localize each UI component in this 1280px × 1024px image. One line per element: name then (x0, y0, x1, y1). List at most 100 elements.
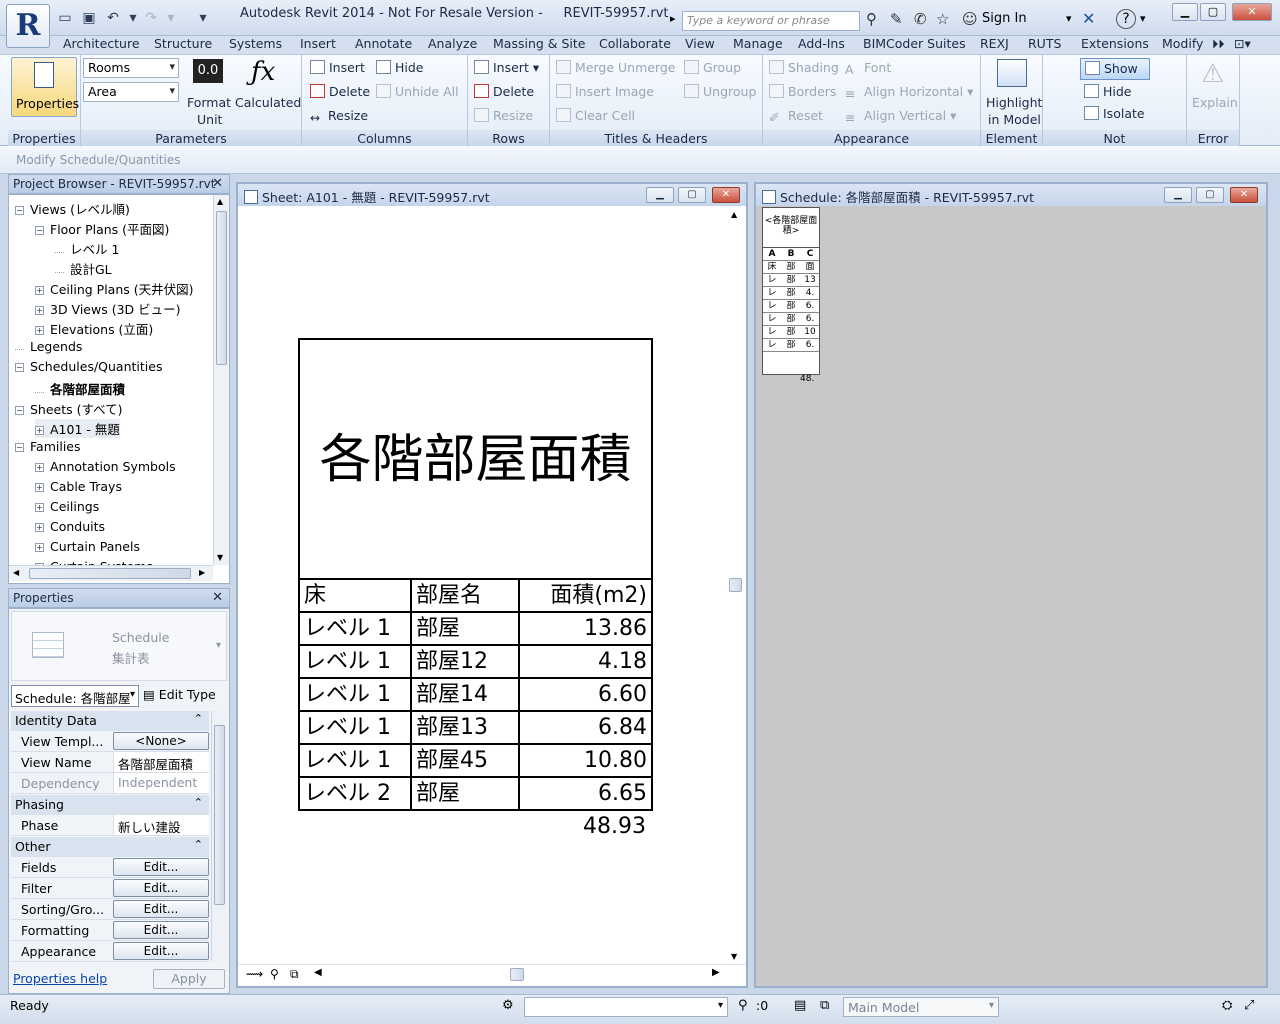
apply-button[interactable]: Apply (153, 969, 225, 989)
clear-cell-button[interactable]: Clear Cell (556, 108, 635, 123)
collapse-icon[interactable]: − (35, 226, 44, 235)
formatting-edit-button[interactable]: Edit... (113, 921, 209, 939)
borders-button[interactable]: Borders (769, 84, 836, 99)
save-icon[interactable]: ▣ (80, 9, 98, 27)
ribbon-minimize-icon[interactable]: ⊡▾ (1234, 36, 1251, 51)
expand-icon[interactable]: + (35, 326, 44, 335)
group-button[interactable]: Group (684, 60, 741, 75)
design-options-icon[interactable]: ⧉ (820, 998, 829, 1013)
sign-in-dropdown-icon[interactable]: ▾ (1066, 12, 1072, 25)
tab-massing-site[interactable]: Massing & Site (493, 36, 586, 51)
scroll-right-icon[interactable]: ▶ (199, 568, 205, 577)
scroll-up-icon[interactable]: ▲ (217, 197, 223, 206)
fields-edit-button[interactable]: Edit... (113, 858, 209, 876)
insert-column-button[interactable]: Insert (310, 60, 365, 75)
browser-item[interactable]: + A101 - 無題 (35, 419, 120, 438)
phase-field[interactable]: 新しい建設 (113, 815, 209, 835)
revit-logo-icon[interactable]: R (6, 4, 50, 48)
sign-in-link[interactable]: Sign In (982, 11, 1027, 26)
expand-icon[interactable]: + (35, 483, 44, 492)
schedule-close-button[interactable]: ✕ (1230, 187, 1258, 203)
collapse-icon[interactable]: − (15, 206, 24, 215)
project-browser-close-icon[interactable]: ✕ (212, 176, 223, 191)
tab-annotate[interactable]: Annotate (355, 36, 412, 51)
type-selector[interactable]: Schedule 集計表 ▾ (11, 611, 227, 681)
highlight-in-model-label-2[interactable]: in Model (988, 112, 1041, 127)
instance-selector[interactable]: Schedule: 各階部屋 ▾ (11, 685, 139, 707)
highlight-in-model-icon[interactable] (997, 59, 1027, 87)
temporary-hide-icon[interactable]: ⚲ (270, 967, 279, 981)
category-combo[interactable]: Rooms (83, 58, 179, 78)
expand-icon[interactable]: + (35, 286, 44, 295)
worksets-icon[interactable]: ⚙ (502, 998, 514, 1013)
expand-icon[interactable]: + (35, 463, 44, 472)
browser-item[interactable]: レベル 1 (55, 239, 119, 258)
favorites-star-icon[interactable]: ☆ (936, 10, 949, 28)
select-links-icon[interactable]: ⛭ (1222, 998, 1232, 1013)
browser-item[interactable]: − Schedules/Quantities (15, 359, 162, 374)
hide-column-button[interactable]: Hide (376, 60, 424, 75)
delete-row-button[interactable]: Delete (474, 84, 534, 99)
browser-item[interactable]: + Elevations (立面) (35, 319, 153, 338)
expand-icon[interactable]: + (35, 426, 44, 435)
reset-button[interactable]: ✐ Reset (769, 108, 823, 125)
delete-column-button[interactable]: Delete (310, 84, 370, 99)
schedule-restore-button[interactable]: ▢ (1196, 187, 1224, 203)
tab-collaborate[interactable]: Collaborate (599, 36, 671, 51)
browser-item[interactable]: − Families (15, 439, 81, 454)
expand-icon[interactable]: + (35, 543, 44, 552)
properties-button[interactable]: Properties (11, 57, 79, 117)
explain-button[interactable]: Explain (1192, 95, 1238, 110)
filter-edit-button[interactable]: Edit... (113, 879, 209, 897)
redo-dropdown-icon[interactable]: ▾ (162, 9, 180, 27)
sorting-edit-button[interactable]: Edit... (113, 900, 209, 918)
tab-view[interactable]: View (685, 36, 715, 51)
browser-vscrollbar[interactable]: ▲ ▼ (213, 195, 229, 565)
collapse-icon[interactable]: − (15, 363, 24, 372)
group-identity-data[interactable]: Identity Data (11, 711, 209, 731)
filter-icon[interactable]: ⚲ (738, 998, 748, 1013)
highlight-in-model-label[interactable]: Highlight (986, 95, 1042, 110)
expand-icon[interactable]: + (35, 523, 44, 532)
sheet-scroll-up-icon[interactable]: ▲ (731, 210, 737, 219)
expand-icon[interactable]: + (35, 503, 44, 512)
undo-icon[interactable]: ↶ (104, 9, 122, 27)
type-dropdown-icon[interactable]: ▾ (216, 640, 221, 651)
browser-item[interactable]: + Annotation Symbols (35, 459, 176, 474)
view-template-button[interactable]: <None> (113, 732, 209, 750)
tab-architecture[interactable]: Architecture (63, 36, 140, 51)
align-vertical-button[interactable]: ≡ Align Vertical ▾ (845, 108, 956, 125)
drag-elements-icon[interactable]: ⤢ (1244, 998, 1254, 1013)
browser-item[interactable]: + Ceilings (35, 499, 99, 514)
tab-insert[interactable]: Insert (300, 36, 336, 51)
expand-icon[interactable]: + (35, 306, 44, 315)
browser-item[interactable]: 設計GL (55, 259, 112, 278)
browser-hscroll-thumb[interactable] (29, 568, 191, 579)
insert-row-button[interactable]: Insert ▾ (474, 60, 539, 75)
binoculars-icon[interactable]: ⚲ (866, 10, 877, 28)
scroll-down-icon[interactable]: ▼ (217, 553, 223, 562)
tab-systems[interactable]: Systems (229, 36, 282, 51)
properties-vscrollbar[interactable] (211, 711, 227, 961)
browser-item[interactable]: Legends (15, 339, 82, 354)
restore-window-button[interactable]: ▢ (1200, 3, 1226, 21)
group-phasing[interactable]: Phasing (11, 795, 209, 815)
browser-scroll-thumb[interactable] (216, 211, 227, 365)
resize-row-button[interactable]: Resize (474, 108, 533, 123)
subscription-icon[interactable]: ✎ (890, 10, 903, 28)
search-input[interactable]: Type a keyword or phrase (682, 11, 860, 31)
format-unit-label[interactable]: Format (187, 95, 231, 110)
browser-item[interactable]: +3D Views (3D ビュー) (35, 299, 181, 318)
properties-help-link[interactable]: Properties help (13, 971, 107, 986)
sheet-close-button[interactable]: ✕ (712, 187, 740, 203)
schedule-table[interactable]: 各階部屋面積 床 部屋名 面積(m2) レベル 1 部屋 13.86 レベル 1 部屋1… (298, 338, 653, 811)
hscroll-left-icon[interactable]: ◀ (314, 967, 322, 978)
communication-icon[interactable]: ✆ (914, 10, 927, 28)
qat-customize-icon[interactable]: ▾ (194, 9, 212, 27)
design-option-combo[interactable]: Main Model ▾ (843, 997, 999, 1017)
resize-column-button[interactable]: ↔ Resize (310, 108, 368, 125)
sheet-scroll-thumb[interactable] (729, 578, 742, 592)
browser-item[interactable]: + Curtain Panels (35, 539, 140, 554)
help-icon[interactable]: ? (1116, 9, 1136, 29)
shading-button[interactable]: Shading (769, 60, 839, 75)
